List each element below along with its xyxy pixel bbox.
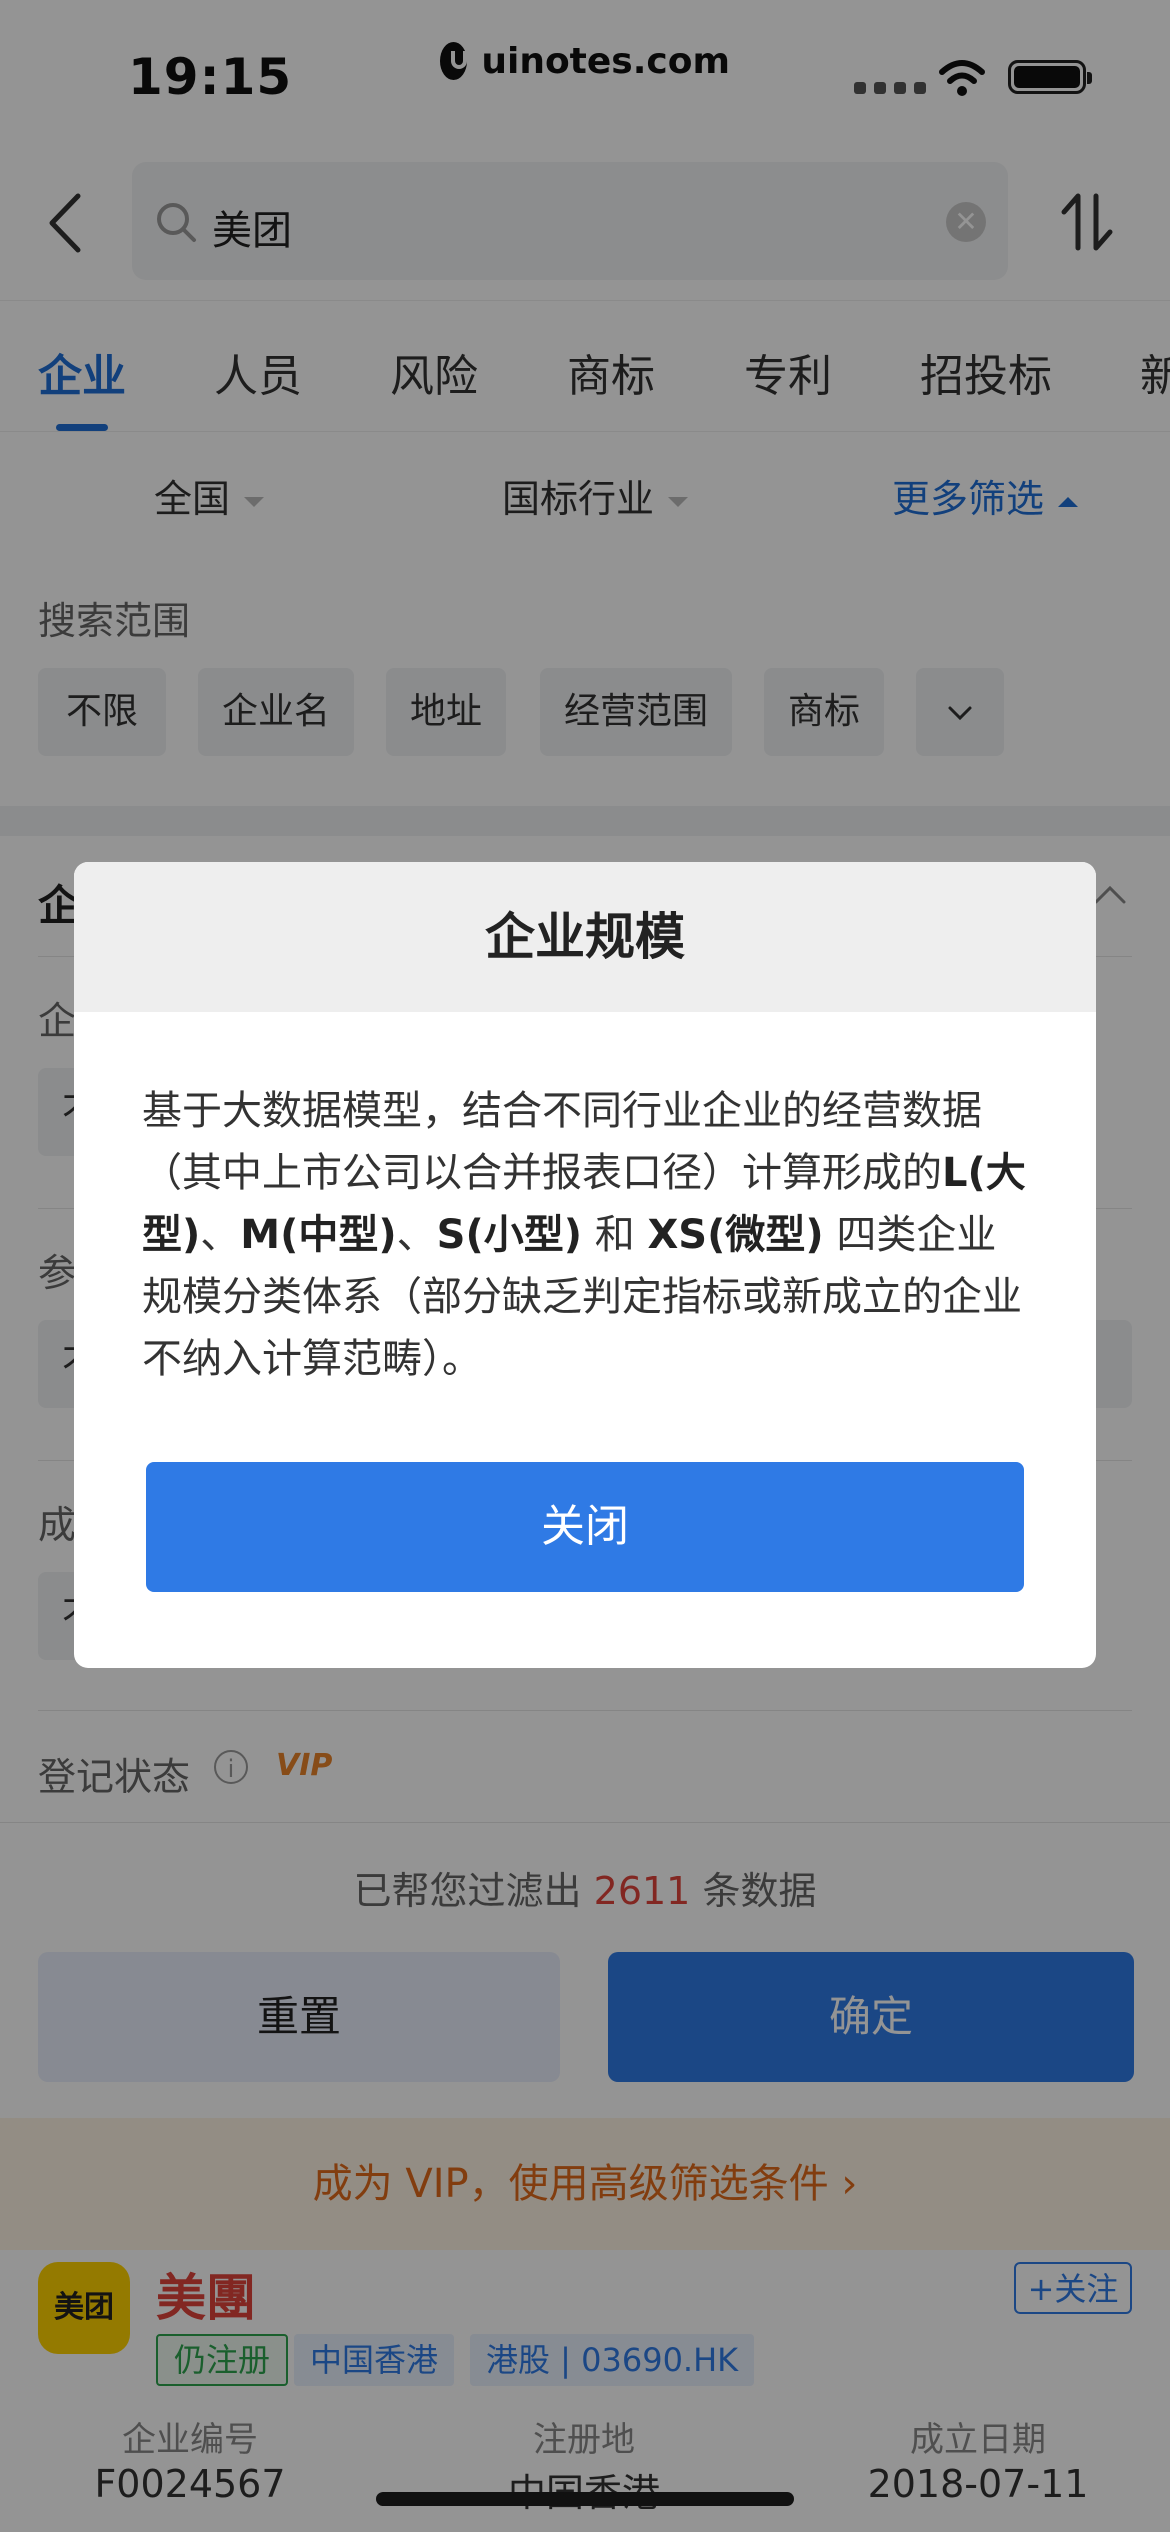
enterprise-scale-dialog: 企业规模 基于大数据模型，结合不同行业企业的经营数据（其中上市公司以合并报表口径…	[74, 862, 1096, 1668]
scale-micro: XS(微型)	[647, 1212, 824, 1258]
close-button[interactable]: 关闭	[146, 1462, 1024, 1592]
home-indicator	[376, 2492, 794, 2506]
dialog-text: 、	[200, 1212, 241, 1258]
scale-small: S(小型)	[436, 1212, 583, 1258]
scale-medium: M(中型)	[240, 1212, 397, 1258]
dialog-text: 和	[594, 1212, 635, 1258]
dialog-text: 基于大数据模型，结合不同行业企业的经营数据（其中上市公司以合并报表口径）计算形成…	[142, 1088, 982, 1196]
dialog-body: 基于大数据模型，结合不同行业企业的经营数据（其中上市公司以合并报表口径）计算形成…	[142, 1080, 1032, 1390]
dialog-title: 企业规模	[74, 862, 1096, 1012]
dialog-text: 、	[396, 1212, 437, 1258]
